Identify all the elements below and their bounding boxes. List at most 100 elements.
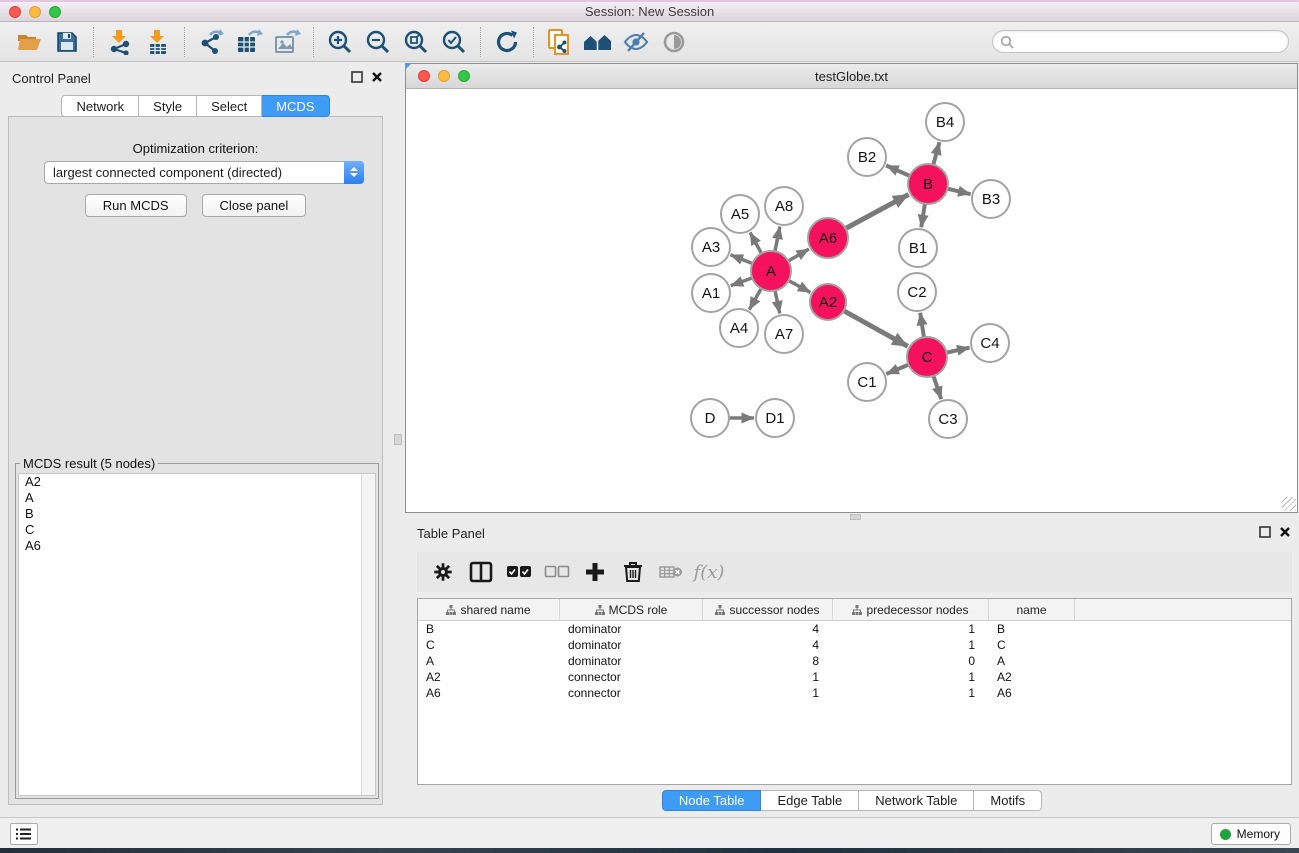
column-header-successor-nodes[interactable]: successor nodes — [703, 599, 833, 620]
graph-node-A3[interactable]: A3 — [692, 228, 730, 266]
table-row[interactable]: A6connector11A6 — [418, 685, 1291, 701]
show-graphics-details-button[interactable] — [655, 25, 693, 59]
table-row[interactable]: Bdominator41B — [418, 621, 1291, 637]
zoom-selected-button[interactable] — [435, 25, 473, 59]
splitter-handle[interactable] — [394, 434, 402, 445]
show-overview-button[interactable] — [579, 25, 617, 59]
graph-node-C4[interactable]: C4 — [971, 324, 1009, 362]
mcds-result-item[interactable]: A — [19, 490, 375, 506]
tab-style[interactable]: Style — [139, 95, 197, 117]
network-window-titlebar[interactable]: testGlobe.txt — [406, 64, 1297, 89]
tab-network[interactable]: Network — [61, 95, 139, 117]
column-header-name[interactable]: name — [989, 599, 1075, 620]
graph-node-B3[interactable]: B3 — [972, 180, 1010, 218]
new-network-from-selection-button[interactable] — [541, 25, 579, 59]
mcds-result-item[interactable]: A6 — [19, 538, 375, 554]
add-column-button[interactable] — [579, 556, 611, 588]
import-network-button[interactable] — [101, 25, 139, 59]
table-row[interactable]: A2connector11A2 — [418, 669, 1291, 685]
zoom-in-button[interactable] — [321, 25, 359, 59]
export-table-button[interactable] — [230, 25, 268, 59]
mcds-list-scrollbar[interactable] — [361, 474, 375, 795]
desktop-edge — [0, 848, 1299, 853]
export-network-button[interactable] — [192, 25, 230, 59]
graph-node-A6[interactable]: A6 — [808, 218, 848, 258]
run-mcds-button[interactable]: Run MCDS — [85, 194, 187, 217]
hide-graphics-details-button[interactable] — [617, 25, 655, 59]
zoom-out-button[interactable] — [359, 25, 397, 59]
criterion-select[interactable]: largest connected component (directed) — [44, 161, 364, 184]
close-panel-button[interactable]: Close panel — [202, 194, 307, 217]
delete-column-button[interactable] — [617, 556, 649, 588]
tab-mcds[interactable]: MCDS — [262, 95, 329, 117]
zoom-fit-button[interactable] — [397, 25, 435, 59]
graph-node-A5[interactable]: A5 — [721, 195, 759, 233]
network-zoom-button[interactable] — [458, 70, 470, 82]
column-header-label: MCDS role — [609, 603, 668, 617]
search-input[interactable] — [1014, 33, 1288, 51]
network-minimize-button[interactable] — [438, 70, 450, 82]
search-box — [992, 30, 1289, 53]
graph-node-B2[interactable]: B2 — [848, 138, 886, 176]
save-session-button[interactable] — [48, 25, 86, 59]
graph-node-C2[interactable]: C2 — [898, 273, 936, 311]
graph-node-A[interactable]: A — [751, 251, 791, 291]
svg-text:A4: A4 — [730, 320, 748, 337]
fx-icon: f(x) — [694, 562, 725, 583]
svg-text:B3: B3 — [982, 191, 1000, 208]
task-history-button[interactable] — [10, 823, 38, 845]
graph-node-B[interactable]: B — [908, 164, 948, 204]
tab-edge-table[interactable]: Edge Table — [761, 790, 859, 811]
optimization-criterion-label: Optimization criterion: — [9, 141, 382, 156]
window-resize-grip[interactable] — [1282, 497, 1296, 511]
graph-node-C[interactable]: C — [907, 337, 947, 377]
graph-node-A7[interactable]: A7 — [765, 315, 803, 353]
mcds-result-item[interactable]: A2 — [19, 474, 375, 490]
table-settings-button[interactable] — [427, 556, 459, 588]
close-window-button[interactable] — [9, 6, 21, 18]
mcds-result-item[interactable]: B — [19, 506, 375, 522]
column-header-MCDS-role[interactable]: MCDS role — [560, 599, 703, 620]
apply-layout-button[interactable] — [488, 25, 526, 59]
show-column-button[interactable] — [465, 556, 497, 588]
column-header-predecessor-nodes[interactable]: predecessor nodes — [833, 599, 989, 620]
delete-table-button[interactable] — [655, 556, 687, 588]
mcds-result-item[interactable]: C — [19, 522, 375, 538]
open-session-button[interactable] — [10, 25, 48, 59]
float-panel-icon[interactable] — [1259, 526, 1271, 538]
close-panel-icon[interactable] — [1279, 526, 1291, 538]
minimize-window-button[interactable] — [29, 6, 41, 18]
function-builder-button[interactable]: f(x) — [693, 556, 725, 588]
graph-node-C3[interactable]: C3 — [929, 400, 967, 438]
network-canvas[interactable]: A A1 A2 A3 A4 A5 A6 A7 A8 B B1 B2 B3 B4 C C1 C2 C3C4 D D1 — [406, 89, 1297, 512]
network-close-button[interactable] — [418, 70, 430, 82]
tab-network-table[interactable]: Network Table — [859, 790, 974, 811]
select-all-button[interactable] — [503, 556, 535, 588]
graph-node-A1[interactable]: A1 — [692, 274, 730, 312]
graph-node-B1[interactable]: B1 — [899, 229, 937, 267]
tab-node-table[interactable]: Node Table — [662, 790, 762, 811]
tab-motifs[interactable]: Motifs — [974, 790, 1042, 811]
vertical-splitter[interactable] — [391, 62, 405, 817]
graph-node-A8[interactable]: A8 — [765, 187, 803, 225]
frame-corner-decoration — [405, 63, 412, 70]
graph-node-D1[interactable]: D1 — [756, 399, 794, 437]
tab-select[interactable]: Select — [197, 95, 262, 117]
export-image-button[interactable] — [268, 25, 306, 59]
graph-node-A2[interactable]: A2 — [810, 284, 846, 320]
float-panel-icon[interactable] — [351, 71, 363, 83]
graph-node-B4[interactable]: B4 — [926, 103, 964, 141]
graph-node-A4[interactable]: A4 — [720, 309, 758, 347]
toolbar-separator — [533, 27, 534, 57]
memory-button[interactable]: Memory — [1211, 823, 1291, 845]
zoom-window-button[interactable] — [49, 6, 61, 18]
close-panel-icon[interactable] — [371, 71, 383, 83]
deselect-all-button[interactable] — [541, 556, 573, 588]
import-table-button[interactable] — [139, 25, 177, 59]
graph-node-C1[interactable]: C1 — [848, 363, 886, 401]
table-row[interactable]: Cdominator41C — [418, 637, 1291, 653]
attribute-icon — [852, 605, 862, 615]
table-row[interactable]: Adominator80A — [418, 653, 1291, 669]
column-header-shared-name[interactable]: shared name — [418, 599, 560, 620]
graph-node-D[interactable]: D — [691, 399, 729, 437]
